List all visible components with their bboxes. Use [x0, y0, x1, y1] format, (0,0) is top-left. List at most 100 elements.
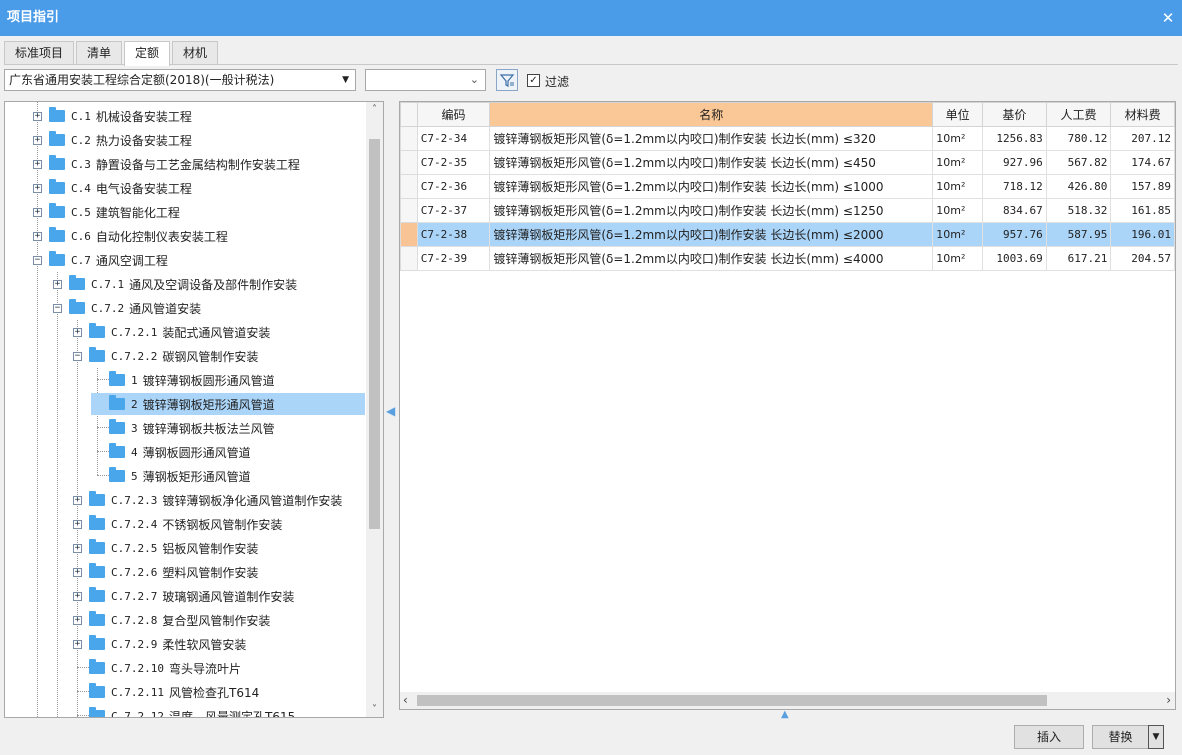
grid-cell-material[interactable]: 161.85: [1110, 198, 1175, 223]
expand-icon[interactable]: +: [73, 519, 82, 529]
tree-node[interactable]: C.7.2.12 温度、风量测定孔T615: [73, 705, 295, 717]
row-indicator[interactable]: [400, 246, 418, 271]
table-row[interactable]: C7-2-37 镀锌薄钢板矩形风管(δ=1.2mm以内咬口)制作安装 长边长(mm…: [400, 198, 1175, 223]
grid-cell-unit[interactable]: 10m²: [932, 198, 983, 223]
grid-cell-code[interactable]: C7-2-34: [416, 126, 491, 151]
grid-cell-material[interactable]: 207.12: [1110, 126, 1175, 151]
quota-library-select[interactable]: 广东省通用安装工程综合定额(2018)(一般计税法) ▼: [4, 69, 356, 91]
column-header-name[interactable]: 名称: [489, 102, 934, 127]
filter-combo[interactable]: ⌄: [365, 69, 486, 91]
column-header-labor[interactable]: 人工费: [1045, 102, 1112, 127]
tab-bill[interactable]: 清单: [76, 41, 123, 65]
grid-cell-labor[interactable]: 587.95: [1045, 222, 1112, 247]
tree-node[interactable]: 2 镀锌薄钢板矩形通风管道: [91, 393, 365, 415]
replace-dropdown-button[interactable]: ▼: [1148, 725, 1164, 749]
tree-node[interactable]: + C.2 热力设备安装工程: [33, 129, 192, 151]
grid-cell-unit[interactable]: 10m²: [932, 126, 983, 151]
replace-button[interactable]: 替换: [1092, 725, 1149, 749]
expand-icon[interactable]: +: [33, 159, 42, 169]
table-row[interactable]: C7-2-34 镀锌薄钢板矩形风管(δ=1.2mm以内咬口)制作安装 长边长(mm…: [400, 126, 1175, 151]
table-row[interactable]: C7-2-38 镀锌薄钢板矩形风管(δ=1.2mm以内咬口)制作安装 长边长(mm…: [400, 222, 1175, 247]
scroll-right-icon[interactable]: ›: [1166, 693, 1171, 707]
grid-cell-base-price[interactable]: 957.76: [981, 222, 1047, 247]
column-header-base-price[interactable]: 基价: [981, 102, 1047, 127]
grid-cell-base-price[interactable]: 1003.69: [981, 246, 1047, 271]
tree-node[interactable]: − C.7 通风空调工程: [33, 249, 168, 271]
grid-cell-unit[interactable]: 10m²: [932, 174, 983, 199]
insert-button[interactable]: 插入: [1014, 725, 1084, 749]
grid-cell-base-price[interactable]: 834.67: [981, 198, 1047, 223]
tree-node[interactable]: + C.1 机械设备安装工程: [33, 105, 192, 127]
funnel-filter-icon[interactable]: [496, 69, 518, 91]
tree-scroll-thumb[interactable]: [369, 139, 380, 529]
grid-cell-material[interactable]: 204.57: [1110, 246, 1175, 271]
grid-cell-base-price[interactable]: 1256.83: [981, 126, 1047, 151]
tree-node[interactable]: C.7.2.11 风管检查孔T614: [73, 681, 259, 703]
grid-horizontal-scrollbar[interactable]: ‹ ›: [400, 692, 1175, 709]
tree-node[interactable]: + C.7.2.9 柔性软风管安装: [73, 633, 246, 655]
grid-cell-material[interactable]: 157.89: [1110, 174, 1175, 199]
expand-icon[interactable]: +: [73, 591, 82, 601]
tree-vertical-scrollbar[interactable]: ˄ ˅: [366, 102, 383, 717]
tree-node[interactable]: + C.3 静置设备与工艺金属结构制作安装工程: [33, 153, 300, 175]
tab-quota[interactable]: 定额: [124, 41, 171, 66]
grid-cell-labor[interactable]: 567.82: [1045, 150, 1112, 175]
grid-cell-code[interactable]: C7-2-36: [416, 174, 491, 199]
grid-cell-code[interactable]: C7-2-39: [416, 246, 491, 271]
grid-cell-material[interactable]: 174.67: [1110, 150, 1175, 175]
expand-up-icon[interactable]: ▲: [781, 709, 789, 720]
table-row[interactable]: C7-2-35 镀锌薄钢板矩形风管(δ=1.2mm以内咬口)制作安装 长边长(mm…: [400, 150, 1175, 175]
row-indicator[interactable]: [400, 222, 418, 247]
grid-cell-name[interactable]: 镀锌薄钢板矩形风管(δ=1.2mm以内咬口)制作安装 长边长(mm) ≤1000: [489, 174, 934, 199]
expand-icon[interactable]: +: [33, 231, 42, 241]
tree-node[interactable]: + C.7.2.8 复合型风管制作安装: [73, 609, 270, 631]
grid-cell-labor[interactable]: 617.21: [1045, 246, 1112, 271]
grid-cell-base-price[interactable]: 718.12: [981, 174, 1047, 199]
tree-node[interactable]: + C.7.1 通风及空调设备及部件制作安装: [53, 273, 297, 295]
expand-icon[interactable]: +: [73, 639, 82, 649]
table-row[interactable]: C7-2-36 镀锌薄钢板矩形风管(δ=1.2mm以内咬口)制作安装 长边长(mm…: [400, 174, 1175, 199]
tab-materials[interactable]: 材机: [172, 41, 219, 65]
filter-checkbox[interactable]: ✓: [527, 74, 540, 87]
grid-cell-name[interactable]: 镀锌薄钢板矩形风管(δ=1.2mm以内咬口)制作安装 长边长(mm) ≤320: [489, 126, 934, 151]
tree-node[interactable]: + C.5 建筑智能化工程: [33, 201, 180, 223]
grid-cell-labor[interactable]: 426.80: [1045, 174, 1112, 199]
tree-node[interactable]: + C.7.2.4 不锈钢板风管制作安装: [73, 513, 282, 535]
table-row[interactable]: C7-2-39 镀锌薄钢板矩形风管(δ=1.2mm以内咬口)制作安装 长边长(mm…: [400, 246, 1175, 271]
row-indicator[interactable]: [400, 126, 418, 151]
expand-icon[interactable]: +: [33, 135, 42, 145]
grid-cell-code[interactable]: C7-2-37: [416, 198, 491, 223]
scroll-down-icon[interactable]: ˅: [366, 704, 383, 715]
grid-cell-name[interactable]: 镀锌薄钢板矩形风管(δ=1.2mm以内咬口)制作安装 长边长(mm) ≤2000: [489, 222, 934, 247]
expand-icon[interactable]: +: [33, 183, 42, 193]
row-indicator[interactable]: [400, 150, 418, 175]
tree-node[interactable]: 5 薄钢板矩形通风管道: [93, 465, 251, 487]
tree-node[interactable]: + C.7.2.7 玻璃钢通风管道制作安装: [73, 585, 294, 607]
tree-node[interactable]: − C.7.2.2 碳钢风管制作安装: [73, 345, 258, 367]
grid-cell-base-price[interactable]: 927.96: [981, 150, 1047, 175]
grid-scroll-thumb[interactable]: [417, 695, 1047, 706]
grid-cell-name[interactable]: 镀锌薄钢板矩形风管(δ=1.2mm以内咬口)制作安装 长边长(mm) ≤4000: [489, 246, 934, 271]
grid-cell-unit[interactable]: 10m²: [932, 246, 983, 271]
grid-cell-code[interactable]: C7-2-38: [416, 222, 491, 247]
grid-cell-name[interactable]: 镀锌薄钢板矩形风管(δ=1.2mm以内咬口)制作安装 长边长(mm) ≤450: [489, 150, 934, 175]
expand-icon[interactable]: +: [73, 567, 82, 577]
grid-cell-name[interactable]: 镀锌薄钢板矩形风管(δ=1.2mm以内咬口)制作安装 长边长(mm) ≤1250: [489, 198, 934, 223]
expand-icon[interactable]: +: [73, 615, 82, 625]
collapse-icon[interactable]: −: [53, 303, 62, 313]
tree-node[interactable]: 3 镀锌薄钢板共板法兰风管: [93, 417, 275, 439]
grid-cell-unit[interactable]: 10m²: [932, 150, 983, 175]
tree-node[interactable]: 1 镀锌薄钢板圆形通风管道: [93, 369, 275, 391]
tree-node[interactable]: + C.7.2.3 镀锌薄钢板净化通风管道制作安装: [73, 489, 342, 511]
scroll-up-icon[interactable]: ˄: [366, 104, 383, 115]
tree-node[interactable]: C.7.2.10 弯头导流叶片: [73, 657, 241, 679]
grid-cell-unit[interactable]: 10m²: [932, 222, 983, 247]
grid-cell-material[interactable]: 196.01: [1110, 222, 1175, 247]
row-indicator[interactable]: [400, 174, 418, 199]
expand-icon[interactable]: +: [73, 543, 82, 553]
tree-node[interactable]: + C.7.2.1 装配式通风管道安装: [73, 321, 270, 343]
expand-icon[interactable]: +: [33, 111, 42, 121]
collapse-icon[interactable]: −: [73, 351, 82, 361]
tree-node[interactable]: + C.6 自动化控制仪表安装工程: [33, 225, 228, 247]
expand-icon[interactable]: +: [73, 327, 82, 337]
